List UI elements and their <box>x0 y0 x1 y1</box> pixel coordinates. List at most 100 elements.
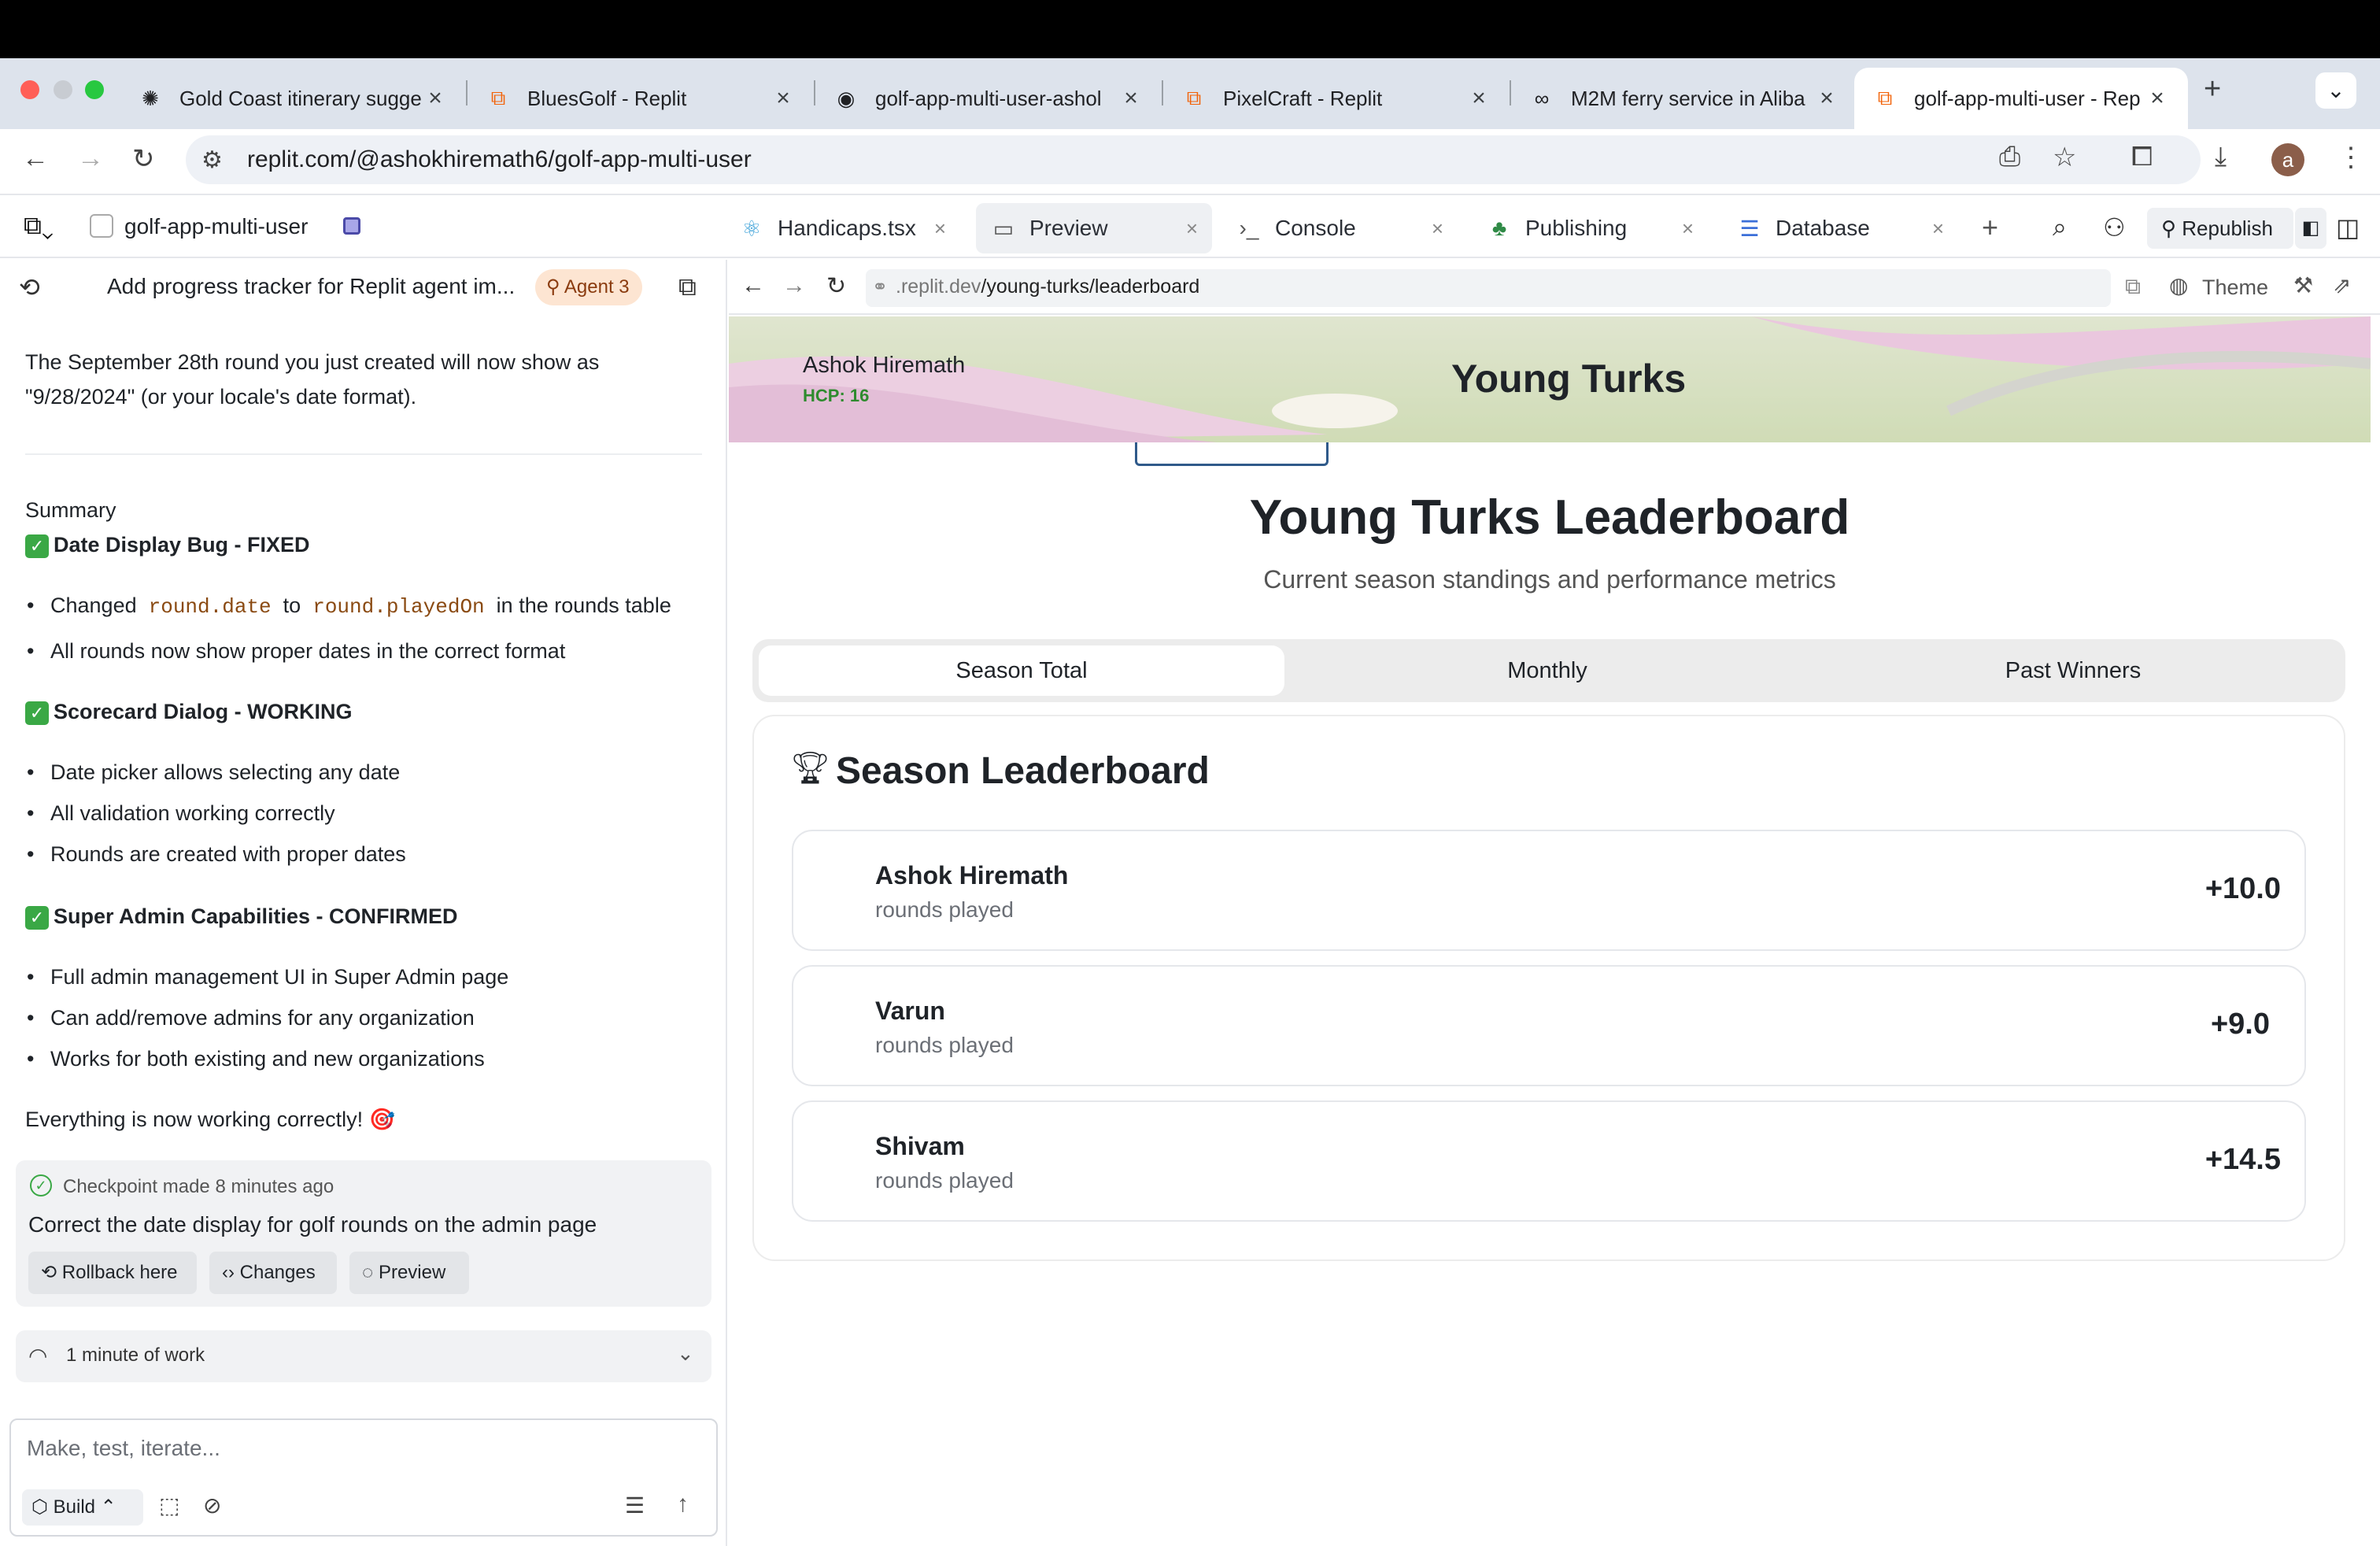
section-heading-super-admin: ✓ Super Admin Capabilities - CONFIRMED <box>25 899 458 934</box>
close-icon[interactable]: × <box>1432 216 1443 241</box>
replit-icon: ⧉ <box>1186 86 1202 109</box>
bookmark-star-icon[interactable]: ☆ <box>2053 142 2076 173</box>
tab-publishing[interactable]: ♣ Publishing × <box>1472 203 1708 253</box>
menu-kebab-icon[interactable]: ⋮ <box>2338 142 2364 173</box>
chevron-down-icon[interactable]: ⌄ <box>677 1341 694 1366</box>
rollback-label: Rollback here <box>61 1262 178 1283</box>
tab-handicaps[interactable]: ⚛ Handicaps.tsx × <box>724 203 960 253</box>
extensions-icon[interactable]: ⧠ <box>2131 142 2153 172</box>
close-window-button[interactable] <box>20 80 39 99</box>
build-mode-button[interactable]: ⬡ Build ⌃ <box>22 1489 143 1526</box>
browser-tab-github[interactable]: ◉ golf-app-multi-user-ashol × <box>815 68 1162 129</box>
add-tab-button[interactable]: + <box>1982 211 1998 244</box>
forward-arrow-icon[interactable]: → <box>77 143 104 174</box>
attach-icon[interactable]: ⊘ <box>203 1492 221 1518</box>
checkpoint-label-text: Checkpoint made <box>63 1176 210 1197</box>
tab-database[interactable]: ☰ Database × <box>1722 203 1958 253</box>
install-app-icon[interactable]: ⎙ <box>1999 142 2020 172</box>
bullet-date-picker: Date picker allows selecting any date <box>27 760 400 785</box>
theme-button[interactable]: Theme <box>2202 276 2268 300</box>
top-bar <box>0 0 2380 58</box>
replit-logo-icon[interactable]: ⧉⌄ <box>24 211 54 241</box>
site-settings-icon[interactable]: ⚙ <box>201 146 223 174</box>
bullet-text: to <box>283 594 301 617</box>
tab-past-winners[interactable]: Past Winners <box>1810 645 2336 696</box>
reload-icon[interactable]: ↻ <box>132 143 155 175</box>
rollback-button[interactable]: ⟲ Rollback here <box>28 1252 197 1294</box>
project-name[interactable]: golf-app-multi-user <box>124 214 308 239</box>
trophy-icon: 🏆︎ <box>790 751 830 786</box>
devices-icon[interactable]: ⧉ <box>2125 274 2141 300</box>
tab-season-total[interactable]: Season Total <box>759 645 1284 696</box>
close-icon[interactable]: × <box>1186 216 1198 241</box>
page-title: Young Turks Leaderboard <box>1249 490 1850 545</box>
republish-button[interactable]: ⚲ Republish <box>2147 208 2293 249</box>
invite-user-icon[interactable]: ⚇ <box>2103 213 2126 242</box>
browser-tab-bluesgolf[interactable]: ⧉ BluesGolf - Replit × <box>468 68 814 129</box>
reload-icon[interactable]: ↻ <box>826 272 846 300</box>
profile-avatar[interactable]: a <box>2271 143 2304 176</box>
select-element-icon[interactable]: ⬚ <box>159 1492 179 1518</box>
forward-arrow-icon[interactable]: → <box>782 272 806 299</box>
new-chat-icon[interactable]: ⧉ <box>678 272 697 302</box>
chat-input-placeholder[interactable]: Make, test, iterate... <box>27 1436 220 1461</box>
close-icon[interactable]: × <box>423 85 447 112</box>
checkpoint-time: 8 minutes ago <box>215 1176 334 1197</box>
settings-sliders-icon[interactable]: ☰ <box>625 1492 645 1518</box>
history-icon[interactable]: ⟲ <box>19 272 40 302</box>
close-icon[interactable]: × <box>1932 216 1944 241</box>
changes-button[interactable]: ‹› Changes <box>209 1252 337 1294</box>
tab-console[interactable]: ›_ Console × <box>1221 203 1458 253</box>
close-icon[interactable]: × <box>1682 216 1694 241</box>
banner-title: Young Turks <box>1451 357 1687 401</box>
new-tab-button[interactable]: + <box>2204 72 2221 106</box>
page-subtitle: Current season standings and performance… <box>1263 565 1836 594</box>
leaderboard-row[interactable]: Varun rounds played +9.0 <box>792 965 2306 1086</box>
minimize-window-button[interactable] <box>54 80 72 99</box>
tab-preview[interactable]: ▭ Preview × <box>976 203 1212 253</box>
open-new-window-icon[interactable]: ⇗ <box>2333 272 2351 298</box>
preview-button[interactable]: ◌ Preview <box>349 1252 469 1294</box>
search-icon[interactable]: ⌕ <box>2053 213 2067 242</box>
leaderboard-row[interactable]: Shivam rounds played +14.5 <box>792 1100 2306 1222</box>
url-path: /young-turks/leaderboard <box>981 276 1200 298</box>
bullet-admin-ui: Full admin management UI in Super Admin … <box>27 965 508 989</box>
publish-icon: ⚲ <box>2161 216 2182 240</box>
chevron-up-icon: ⌃ <box>100 1496 116 1518</box>
tab-label: Database <box>1776 216 1870 240</box>
tab-monthly[interactable]: Monthly <box>1284 645 1810 696</box>
palette-icon[interactable]: ◍ <box>2169 272 2188 298</box>
devtools-wrench-icon[interactable]: ⚒ <box>2293 272 2313 298</box>
code-icon: ‹› <box>222 1262 235 1283</box>
preview-url[interactable]: .replit.dev/young-turks/leaderboard <box>896 276 1199 298</box>
republish-options-button[interactable]: ◧ <box>2295 208 2326 249</box>
close-icon[interactable]: × <box>771 85 795 112</box>
close-icon[interactable]: × <box>1815 85 1839 112</box>
back-arrow-icon[interactable]: ← <box>22 143 49 174</box>
leaderboard-row[interactable]: Ashok Hiremath rounds played +10.0 <box>792 830 2306 951</box>
code-round-date: round.date <box>148 595 272 619</box>
bullet-all-rounds: All rounds now show proper dates in the … <box>27 639 565 664</box>
replit-icon: ⧉ <box>490 86 506 109</box>
tab-search-button[interactable]: ⌄ <box>2315 72 2356 109</box>
download-icon[interactable]: ⤓ <box>2215 142 2227 172</box>
close-icon[interactable]: × <box>1119 85 1143 112</box>
send-arrow-icon[interactable]: ↑ <box>677 1491 689 1518</box>
url-text[interactable]: replit.com/@ashokhiremath6/golf-app-mult… <box>247 146 752 173</box>
heading-text: Date Display Bug - FIXED <box>54 533 310 557</box>
browser-tab-golf-app[interactable]: ⧉ golf-app-multi-user - Rep × <box>1854 68 2188 129</box>
tab-label: Console <box>1275 216 1356 240</box>
maximize-window-button[interactable] <box>85 80 104 99</box>
replit-icon: ⧉ <box>1877 86 1893 109</box>
browser-tab-pixelcraft[interactable]: ⧉ PixelCraft - Replit × <box>1163 68 1510 129</box>
back-arrow-icon[interactable]: ← <box>741 272 765 299</box>
browser-tab-gold-coast[interactable]: ✺ Gold Coast itinerary sugge × <box>120 68 466 129</box>
close-icon[interactable]: × <box>934 216 946 241</box>
close-icon[interactable]: × <box>2145 85 2169 112</box>
close-icon[interactable]: × <box>1467 85 1491 112</box>
monitor-icon: ▭ <box>992 216 1014 241</box>
section-heading-date-bug: ✓ Date Display Bug - FIXED <box>25 527 310 562</box>
preview-icon: ◌ <box>362 1262 374 1283</box>
toggle-sidebar-icon[interactable]: ◫ <box>2336 213 2360 242</box>
browser-tab-ferry[interactable]: ∞ M2M ferry service in Aliba × <box>1511 68 1857 129</box>
